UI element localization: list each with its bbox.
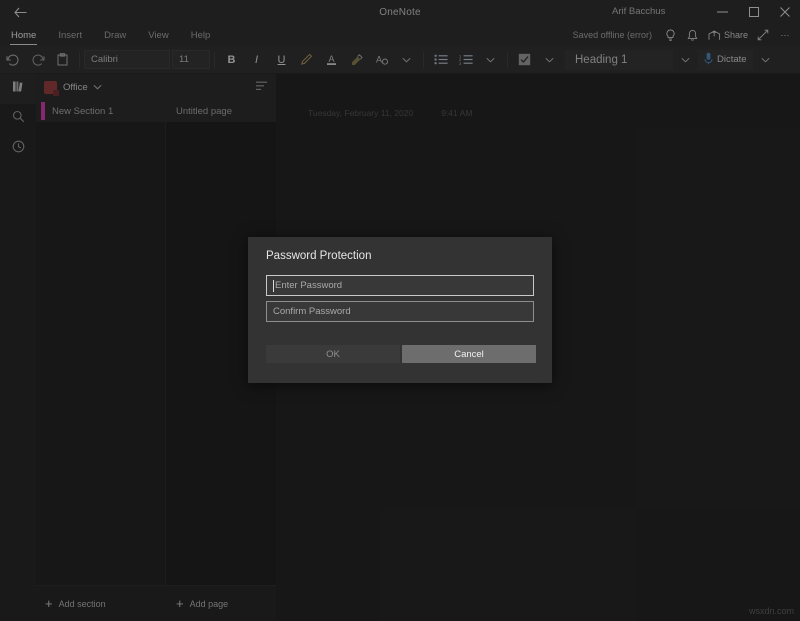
text-caret	[273, 279, 274, 292]
ok-button[interactable]: OK	[266, 345, 400, 363]
cancel-button[interactable]: Cancel	[402, 345, 536, 363]
password-protection-dialog: Password Protection Enter Password Confi…	[248, 237, 552, 383]
confirm-password-input[interactable]: Confirm Password	[266, 301, 534, 322]
confirm-password-placeholder: Confirm Password	[273, 306, 351, 317]
onenote-window: OneNote Arif Bacchus Home Insert Draw Vi…	[0, 0, 800, 621]
dialog-title: Password Protection	[266, 250, 372, 262]
enter-password-placeholder: Enter Password	[275, 280, 343, 291]
enter-password-input[interactable]: Enter Password	[266, 275, 534, 296]
